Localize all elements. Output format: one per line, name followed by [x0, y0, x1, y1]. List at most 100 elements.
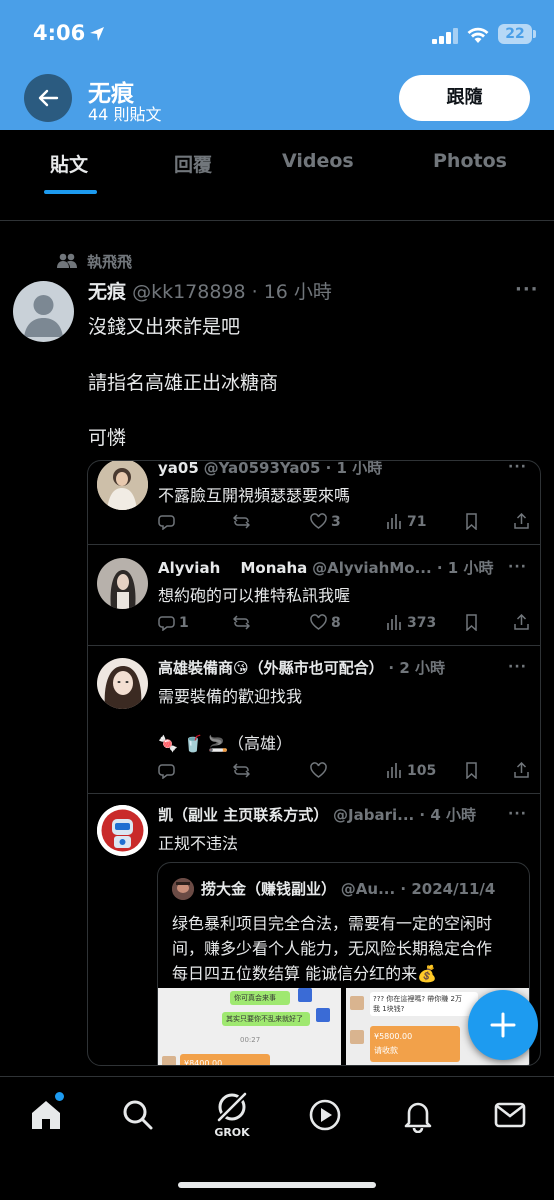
home-indicator — [178, 1182, 376, 1188]
avatar[interactable] — [97, 558, 148, 609]
avatar[interactable] — [13, 281, 74, 342]
reply-text: 想約砲的可以推特私訊我喔 — [158, 586, 351, 605]
repost-icon — [233, 763, 250, 778]
bookmark-button[interactable] — [463, 513, 480, 530]
more-options-icon[interactable]: ··· — [508, 461, 527, 475]
bookmark-icon — [466, 762, 477, 779]
location-arrow-icon — [90, 27, 104, 41]
home-icon[interactable] — [28, 1097, 64, 1133]
reply-button[interactable] — [158, 762, 179, 779]
tab-posts[interactable]: 貼文 — [50, 150, 88, 177]
share-button[interactable] — [513, 762, 530, 779]
transfer-bubble: ¥8400.00 — [180, 1054, 270, 1065]
reply-text: 不露臉互開視頻瑟瑟要來嗎 — [158, 486, 351, 505]
reply-button[interactable] — [158, 513, 179, 530]
transfer-bubble: ¥5800.00 请收款 — [370, 1026, 460, 1062]
quote-text: 间，赚多少看个人能力，无风险长期稳定合作 — [172, 939, 493, 958]
share-icon — [514, 614, 529, 630]
avatar[interactable] — [97, 658, 148, 709]
avatar — [316, 1008, 330, 1022]
reply-count: 1 — [179, 614, 189, 631]
post-text-line: 可憐 — [88, 427, 127, 449]
quote-author-name: 捞大金（赚钱副业） — [201, 880, 337, 898]
more-options-icon[interactable]: ··· — [515, 279, 539, 300]
bell-icon[interactable] — [400, 1097, 436, 1133]
quote-text: 绿色暴利项目完全合法，需要有一定的空闲时 — [172, 914, 493, 933]
compose-post-button[interactable] — [468, 990, 538, 1060]
post-author[interactable]: 无痕 @kk178898 · 16 小時 — [88, 277, 332, 304]
robot-avatar-icon — [97, 805, 148, 856]
view-count: 373 — [407, 614, 437, 631]
avatar — [298, 988, 312, 1002]
reply-author[interactable]: Alyviah Monaha @AlyviahMo... · 1 小時 — [158, 557, 498, 578]
view-count: 105 — [407, 762, 437, 779]
bookmark-button[interactable] — [463, 614, 480, 631]
reply-handle-time: @AlyviahMo... · 1 小時 — [312, 559, 494, 577]
reply-author-name[interactable]: 高雄裝備商😘（外縣市也可配合） — [158, 659, 384, 677]
author-name[interactable]: 无痕 — [88, 281, 126, 303]
reply-button[interactable]: 1 — [158, 614, 189, 631]
views-button[interactable]: 105 — [386, 762, 436, 779]
chat-screenshot-image[interactable]: 你可真会来事 其实只要你不乱来就好了 00:27 ¥8400.00 — [158, 988, 341, 1065]
quoted-replies-card[interactable]: ya05 @Ya0593Ya05 · 1 小時 ··· 不露臉互開視頻瑟瑟要來嗎… — [87, 460, 541, 1066]
active-tab-indicator — [44, 190, 97, 194]
reply-text: 正规不违法 — [158, 834, 239, 853]
views-button[interactable]: 71 — [386, 513, 426, 530]
more-options-icon[interactable]: ··· — [508, 806, 527, 822]
reply-actions: 3 71 — [158, 513, 538, 533]
reply-author[interactable]: ya05 @Ya0593Ya05 · 1 小時 — [158, 461, 498, 478]
transfer-amount: ¥5800.00 — [374, 1032, 413, 1041]
search-icon[interactable] — [120, 1097, 156, 1133]
like-button[interactable]: 8 — [310, 614, 341, 631]
divider — [88, 544, 540, 545]
bookmark-icon — [466, 513, 477, 530]
tab-videos[interactable]: Videos — [282, 150, 354, 172]
more-options-icon[interactable]: ··· — [508, 559, 527, 575]
heart-icon — [310, 513, 327, 529]
share-icon — [514, 762, 529, 778]
wifi-icon — [467, 27, 489, 43]
avatar[interactable] — [97, 461, 148, 510]
mail-icon[interactable] — [492, 1097, 528, 1133]
reply-author-name[interactable]: 凯（副业 主页联系方式） — [158, 806, 328, 824]
tab-replies[interactable]: 回覆 — [174, 150, 212, 177]
status-time: 4:06 — [33, 21, 86, 45]
reposted-by-label: 執飛飛 — [87, 253, 133, 271]
plus-icon — [490, 1012, 516, 1038]
share-button[interactable] — [513, 614, 530, 631]
reply-handle-time: · 2 小時 — [388, 659, 446, 677]
like-button[interactable] — [310, 762, 331, 779]
comment-icon — [158, 616, 175, 631]
more-options-icon[interactable]: ··· — [508, 659, 527, 675]
grok-icon[interactable] — [214, 1089, 250, 1125]
quote-text: 每日四五位数结算 能诚信分红的来💰 — [172, 964, 438, 983]
chat-bubble: 你可真会来事 — [230, 991, 290, 1005]
reply-actions: 1 8 373 — [158, 614, 538, 634]
back-button[interactable] — [24, 74, 72, 122]
tab-photos[interactable]: Photos — [433, 150, 507, 172]
transfer-status: 请收款 — [374, 1046, 398, 1055]
bookmark-icon — [466, 614, 477, 631]
avatar[interactable] — [97, 805, 148, 856]
bookmark-button[interactable] — [463, 762, 480, 779]
views-icon — [387, 615, 401, 630]
reply-text: 需要裝備的歡迎找我 — [158, 687, 303, 706]
views-button[interactable]: 373 — [386, 614, 436, 631]
post-text-line: 沒錢又出來詐是吧 — [88, 316, 241, 338]
reply-author[interactable]: 凯（副业 主页联系方式） @Jabari... · 4 小時 — [158, 804, 498, 825]
like-button[interactable]: 3 — [310, 513, 341, 530]
repost-button[interactable] — [233, 513, 250, 530]
reply-author[interactable]: 高雄裝備商😘（外縣市也可配合） · 2 小時 — [158, 657, 498, 678]
views-icon — [387, 514, 401, 529]
battery-cap — [533, 30, 536, 38]
reply-author-name[interactable]: ya05 — [158, 461, 199, 477]
share-button[interactable] — [513, 513, 530, 530]
follow-button[interactable]: 跟隨 — [399, 75, 530, 121]
avatar — [162, 1056, 176, 1065]
chat-bubble: ??? 你在這裡嗎? 帶你賺 2万 我 1块钱? — [370, 992, 478, 1016]
repost-button[interactable] — [233, 614, 250, 631]
video-play-icon[interactable] — [307, 1097, 343, 1133]
reply-author-name[interactable]: Alyviah Monaha — [158, 559, 307, 577]
repost-button[interactable] — [233, 762, 250, 779]
reply-actions: 105 — [158, 762, 538, 782]
